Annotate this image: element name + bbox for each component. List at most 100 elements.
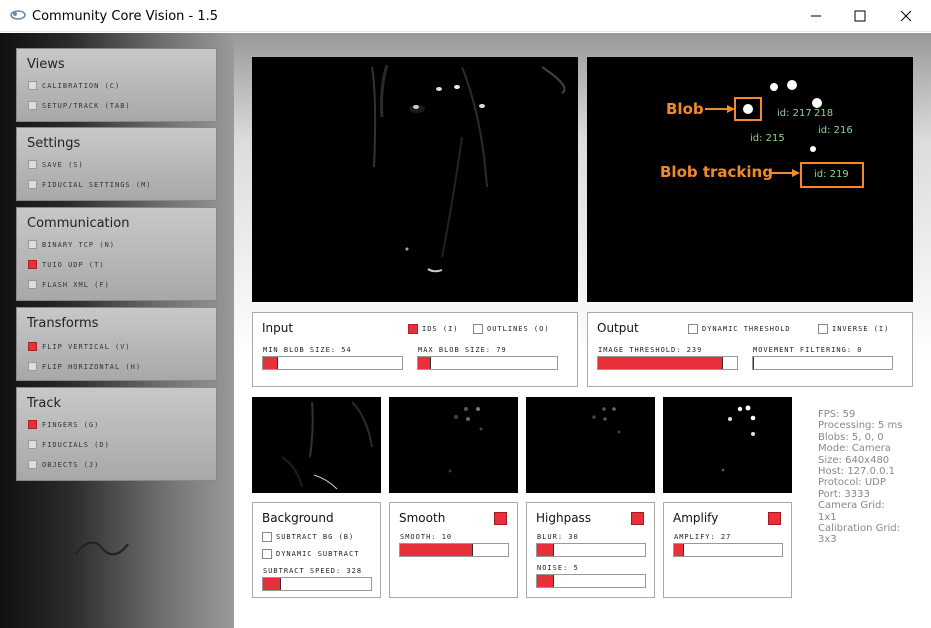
output-title: Output <box>597 321 639 335</box>
subtract-bg-label: SUBTRACT BG (B) <box>276 533 355 541</box>
flip-horizontal-checkbox[interactable] <box>28 362 37 371</box>
amplify-image <box>721 405 756 472</box>
close-icon <box>900 10 912 22</box>
flip-vertical-label: FLIP VERTICAL (V) <box>42 343 131 351</box>
communication-title: Communication <box>27 216 130 231</box>
transforms-box: Transforms FLIP VERTICAL (V) FLIP HORIZO… <box>16 307 217 381</box>
binary-tcp-label: BINARY TCP (N) <box>42 241 116 249</box>
subtract-speed-slider[interactable] <box>262 577 372 591</box>
outlines-label: OUTLINES (O) <box>487 325 550 333</box>
blur-label: BLUR: 30 <box>537 533 579 541</box>
fingers-checkbox[interactable] <box>28 420 37 429</box>
background-title: Background <box>262 511 334 525</box>
flip-horizontal-label: FLIP HORIZONTAL (H) <box>42 363 142 371</box>
views-title: Views <box>27 57 65 72</box>
setup-track-label: SETUP/TRACK (TAB) <box>42 102 131 110</box>
ids-checkbox[interactable] <box>408 324 418 334</box>
movement-filtering-slider[interactable] <box>752 356 893 370</box>
objects-checkbox[interactable] <box>28 460 37 469</box>
input-title: Input <box>262 321 294 335</box>
background-preview <box>252 397 381 493</box>
amplify-toggle[interactable] <box>768 512 781 525</box>
amplify-value-label: AMPLIFY: 27 <box>674 533 732 541</box>
track-box: Track FINGERS (G) FIDUCIALS (D) OBJECTS … <box>16 387 217 481</box>
dynamic-threshold-label: DYNAMIC THRESHOLD <box>702 325 791 333</box>
calibration-label: CALIBRATION (C) <box>42 82 121 90</box>
min-blob-size-label: MIN BLOB SIZE: 54 <box>263 346 352 354</box>
source-camera-view <box>252 57 578 302</box>
highpass-preview <box>526 397 655 493</box>
fiducials-label: FIDUCIALS (D) <box>42 441 110 449</box>
size-stat: Size: 640x480 <box>818 454 890 466</box>
transforms-title: Transforms <box>27 316 99 331</box>
calibration-checkbox[interactable] <box>28 81 37 90</box>
noise-slider[interactable] <box>536 574 646 588</box>
min-blob-size-slider[interactable] <box>262 356 403 370</box>
blob-annotation: Blob <box>666 100 704 118</box>
subtract-bg-checkbox[interactable] <box>262 532 272 542</box>
noise-label: NOISE: 5 <box>537 564 579 572</box>
fingers-label: FINGERS (G) <box>42 421 100 429</box>
blur-slider[interactable] <box>536 543 646 557</box>
title-bar: Community Core Vision - 1.5 <box>0 0 931 32</box>
max-blob-size-slider[interactable] <box>417 356 558 370</box>
background-image <box>281 401 373 490</box>
camera-grid-label: Camera Grid: <box>818 500 885 512</box>
calibration-grid-label: Calibration Grid: <box>818 523 900 535</box>
background-panel: Background SUBTRACT BG (B) DYNAMIC SUBTR… <box>252 502 381 598</box>
maximize-button[interactable] <box>837 0 883 32</box>
blob-id-216: id: 216 <box>818 125 853 136</box>
host-stat: Host: 127.0.0.1 <box>818 466 896 478</box>
save-label: SAVE (S) <box>42 161 84 169</box>
inverse-checkbox[interactable] <box>818 324 828 334</box>
app-icon <box>10 10 26 20</box>
blob-id-217: id: 217 <box>777 108 812 119</box>
input-panel: Input IDS (I) OUTLINES (O) MIN BLOB SIZE… <box>252 312 578 387</box>
flash-xml-checkbox[interactable] <box>28 280 37 289</box>
sidebar: Views CALIBRATION (C) SETUP/TRACK (TAB) … <box>0 33 234 628</box>
blur-fill <box>537 544 555 556</box>
setup-track-checkbox[interactable] <box>28 101 37 110</box>
blob-id-218: 218 <box>814 108 834 119</box>
smooth-toggle[interactable] <box>494 512 507 525</box>
minimize-button[interactable] <box>793 0 839 32</box>
processing-stat: Processing: 5 ms <box>818 420 903 432</box>
fiducial-settings-checkbox[interactable] <box>28 180 37 189</box>
flip-vertical-checkbox[interactable] <box>28 342 37 351</box>
smooth-preview <box>389 397 518 493</box>
image-threshold-label: IMAGE THRESHOLD: 239 <box>598 346 703 354</box>
image-threshold-slider[interactable] <box>597 356 738 370</box>
max-blob-size-fill <box>418 357 431 369</box>
subtract-speed-fill <box>263 578 282 590</box>
tuio-udp-checkbox[interactable] <box>28 260 37 269</box>
binary-tcp-checkbox[interactable] <box>28 240 37 249</box>
dynamic-subtract-label: DYNAMIC SUBTRACT <box>276 550 360 558</box>
blob-tracking-annotation: Blob tracking <box>660 163 773 181</box>
fiducials-checkbox[interactable] <box>28 440 37 449</box>
smooth-panel: Smooth SMOOTH: 10 <box>389 502 518 598</box>
smooth-slider[interactable] <box>399 543 509 557</box>
mode-stat: Mode: Camera <box>818 443 892 455</box>
smooth-image <box>448 407 483 473</box>
smooth-title: Smooth <box>399 511 446 525</box>
ccv-logo-wave-icon <box>75 541 129 556</box>
settings-title: Settings <box>27 136 81 151</box>
save-checkbox[interactable] <box>28 160 37 169</box>
dynamic-subtract-checkbox[interactable] <box>262 549 272 559</box>
dynamic-threshold-checkbox[interactable] <box>688 324 698 334</box>
highpass-title: Highpass <box>536 511 592 525</box>
close-button[interactable] <box>883 0 929 32</box>
outlines-checkbox[interactable] <box>473 324 483 334</box>
movement-filtering-label: MOVEMENT FILTERING: 0 <box>753 346 863 354</box>
blob-id-219: id: 219 <box>814 169 849 180</box>
communication-box: Communication BINARY TCP (N) TUIO UDP (T… <box>16 207 217 301</box>
highpass-panel: Highpass BLUR: 30 NOISE: 5 <box>526 502 655 598</box>
amplify-slider[interactable] <box>673 543 783 557</box>
image-threshold-fill <box>598 357 724 369</box>
track-title: Track <box>27 396 62 411</box>
blob-id-215: id: 215 <box>750 133 785 144</box>
ids-label: IDS (I) <box>422 325 459 333</box>
highpass-toggle[interactable] <box>631 512 644 525</box>
objects-label: OBJECTS (J) <box>42 461 100 469</box>
camera-grid-value: 1x1 <box>818 511 837 523</box>
